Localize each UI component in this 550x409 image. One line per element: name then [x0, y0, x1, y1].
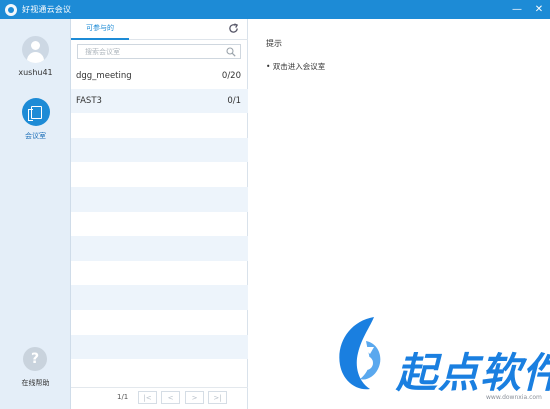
empty-row: [71, 137, 248, 163]
tab-bar: 可参与的: [71, 19, 248, 40]
page-indicator: 1/1: [117, 393, 129, 401]
empty-row: [71, 310, 248, 335]
participant-count: 0/20: [221, 71, 241, 81]
refresh-icon[interactable]: [228, 23, 239, 34]
search-box: [77, 44, 241, 59]
title-bar: 好视通云会议 — ✕: [0, 0, 550, 19]
search-icon[interactable]: [226, 47, 236, 57]
help-icon[interactable]: ?: [23, 347, 47, 371]
watermark-brand: 起点软件: [396, 349, 550, 397]
participant-count: 0/1: [227, 95, 241, 106]
empty-row: [71, 285, 248, 310]
close-button[interactable]: ✕: [528, 0, 550, 19]
pagination: 1/1 |< < > >|: [71, 387, 248, 406]
empty-row: [71, 334, 248, 360]
search-input[interactable]: [78, 45, 223, 58]
watermark-logo-icon: [339, 317, 381, 390]
first-page-button[interactable]: |<: [138, 391, 157, 404]
window-controls: — ✕: [506, 0, 550, 19]
list-item[interactable]: FAST3 0/1: [71, 88, 248, 114]
meeting-name: dgg_meeting: [76, 71, 132, 81]
nav-meeting-room-label[interactable]: 会议室: [0, 131, 71, 141]
window-title: 好视通云会议: [22, 5, 72, 14]
next-page-button[interactable]: >: [185, 391, 204, 404]
online-help-label[interactable]: 在线帮助: [0, 378, 71, 388]
minimize-button[interactable]: —: [506, 0, 528, 19]
last-page-button[interactable]: >|: [208, 391, 227, 404]
meeting-name: FAST3: [76, 95, 102, 106]
empty-row: [71, 359, 248, 384]
avatar[interactable]: [22, 36, 49, 63]
hint-title: 提示: [266, 39, 282, 48]
document-icon: [27, 105, 42, 121]
meeting-list-panel: 可参与的 dgg_meeting 0/20 FAST3 0/1: [71, 19, 248, 409]
empty-row: [71, 261, 248, 286]
empty-row: [71, 113, 248, 138]
empty-row: [71, 236, 248, 261]
empty-row: [71, 187, 248, 212]
watermark-url: www.downxia.com: [486, 394, 542, 401]
prev-page-button[interactable]: <: [161, 391, 180, 404]
empty-row: [71, 162, 248, 187]
empty-row: [71, 212, 248, 237]
hint-text: • 双击进入会议室: [266, 62, 326, 71]
list-item[interactable]: dgg_meeting 0/20: [71, 64, 248, 89]
meeting-room-icon[interactable]: [22, 98, 50, 126]
left-sidebar: xushu41 会议室 ? 在线帮助: [0, 19, 71, 409]
tab-joinable[interactable]: 可参与的: [71, 19, 129, 40]
meeting-list: dgg_meeting 0/20 FAST3 0/1: [71, 64, 248, 380]
app-logo-icon: [5, 3, 17, 16]
username: xushu41: [18, 68, 53, 77]
